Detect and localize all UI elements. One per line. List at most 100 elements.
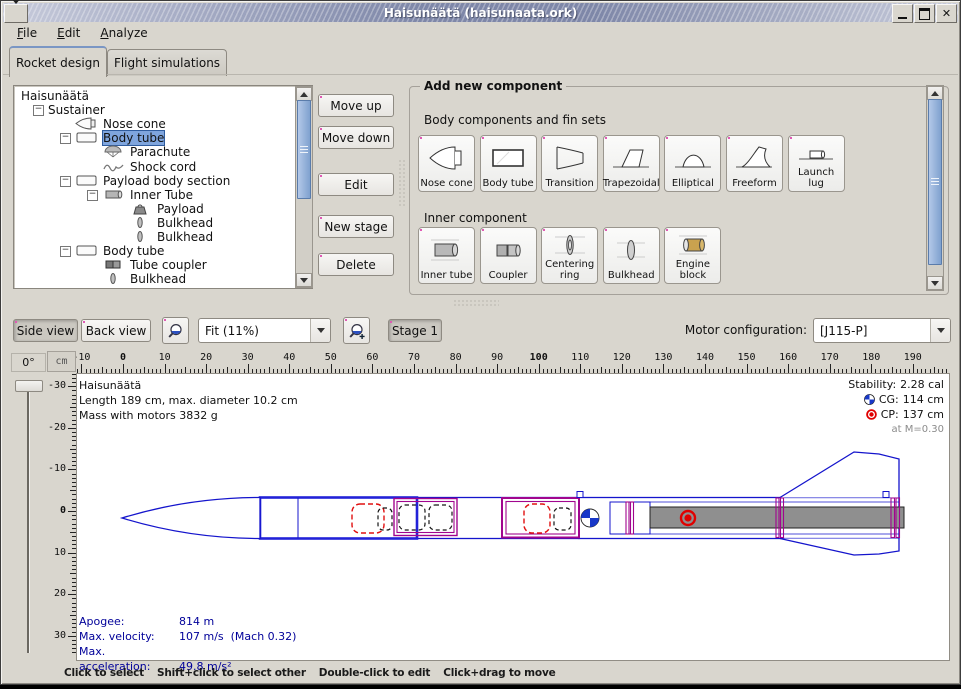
inner-tube-icon xyxy=(427,230,467,271)
component-button-engine-block[interactable]: Engine block xyxy=(664,227,721,284)
horizontal-split-handle[interactable] xyxy=(453,299,499,306)
tree-item-label: Bulkhead xyxy=(157,216,213,230)
tree-item-bulkhead[interactable]: Bulkhead xyxy=(15,216,296,230)
tab-content-divider xyxy=(3,74,958,75)
component-scroll-down-button[interactable] xyxy=(927,276,943,290)
component-button-coupler[interactable]: Coupler xyxy=(480,227,537,284)
arrow-down-icon xyxy=(931,281,939,286)
add-component-panel: Add new component Body components and fi… xyxy=(409,79,949,295)
launch-lug-shape xyxy=(883,492,889,498)
tree-item-label: Bulkhead xyxy=(130,272,186,286)
component-button-nose-cone[interactable]: Nose cone xyxy=(418,135,475,192)
component-scroll-up-button[interactable] xyxy=(927,86,943,100)
tree-item-label: Parachute xyxy=(130,145,190,159)
component-panel-scrollbar[interactable] xyxy=(926,85,944,291)
edit-button[interactable]: Edit xyxy=(318,173,394,196)
expander-icon[interactable]: − xyxy=(87,190,98,201)
window-title: Haisunäätä (haisunaata.ork) xyxy=(3,6,958,20)
menu-item-edit[interactable]: Edit xyxy=(47,24,90,42)
nose-cone-shape xyxy=(122,498,260,539)
tab-rocket-design[interactable]: Rocket design xyxy=(9,46,107,77)
tree-item-label: Payload body section xyxy=(103,174,230,188)
tree-item-nose-cone[interactable]: Nose cone xyxy=(15,117,296,131)
maximize-button[interactable] xyxy=(914,4,935,23)
component-button-body-tube[interactable]: Body tube xyxy=(480,135,537,192)
cp-icon xyxy=(866,409,877,420)
tree-item-bulkhead[interactable]: Bulkhead xyxy=(15,230,296,244)
move-up-button[interactable]: Move up xyxy=(318,94,394,117)
expander-icon[interactable]: − xyxy=(60,246,71,257)
component-button-transition[interactable]: Transition xyxy=(541,135,598,192)
expander-icon[interactable]: − xyxy=(60,133,71,144)
tree-scroll-down-button[interactable] xyxy=(296,273,312,287)
close-icon: ✕ xyxy=(942,7,951,20)
tree-item-label: Body tube xyxy=(103,131,164,145)
move-down-button[interactable]: Move down xyxy=(318,126,394,149)
tab-flight-simulations[interactable]: Flight simulations xyxy=(107,49,227,76)
back-view-button[interactable]: Back view xyxy=(81,319,151,342)
rotation-slider-track[interactable] xyxy=(27,389,29,653)
component-button-bulkhead[interactable]: Bulkhead xyxy=(603,227,660,284)
title-bar[interactable]: Haisunäätä (haisunaata.ork) ✕ xyxy=(3,3,958,22)
status-hint: Click+drag to move xyxy=(443,667,555,679)
tree-scrollbar[interactable] xyxy=(295,86,313,288)
component-button-trapezoidal[interactable]: Trapezoidal xyxy=(603,135,660,192)
expander-icon[interactable]: − xyxy=(33,105,44,116)
component-scrollbar-thumb[interactable] xyxy=(928,99,942,265)
magnifier-minus-icon xyxy=(167,322,185,340)
chevron-down-icon xyxy=(310,319,330,342)
component-button-inner-tube[interactable]: Inner tube xyxy=(418,227,475,284)
component-button-launch-lug[interactable]: Launch lug xyxy=(788,135,845,192)
expander-icon[interactable]: − xyxy=(60,176,71,187)
rocket-mass-label: Mass with motors 3832 g xyxy=(79,408,298,423)
tree-scroll-up-button[interactable] xyxy=(296,87,312,101)
mach-note: at M=0.30 xyxy=(848,422,944,437)
component-button-elliptical[interactable]: Elliptical xyxy=(664,135,721,192)
close-button[interactable]: ✕ xyxy=(936,4,957,23)
menu-item-file[interactable]: File xyxy=(7,24,47,42)
arrow-up-icon xyxy=(300,92,308,97)
component-tree[interactable]: Haisunäätä−SustainerNose cone−Body tubeP… xyxy=(13,85,313,289)
tree-item-label: Payload xyxy=(157,202,204,216)
magnifier-plus-icon xyxy=(348,322,366,340)
tree-item-label: Haisunäätä xyxy=(21,89,89,103)
motor-config-label: Motor configuration: xyxy=(601,323,807,337)
tree-item-tube-coupler[interactable]: Tube coupler xyxy=(15,258,296,272)
fin-top-shape xyxy=(780,452,899,498)
side-view-button[interactable]: Side view xyxy=(13,319,78,342)
launch-lug-shape xyxy=(577,492,583,498)
zoom-in-button[interactable] xyxy=(343,317,370,344)
tree-item-parachute[interactable]: Parachute xyxy=(15,145,296,159)
minimize-button[interactable] xyxy=(892,4,913,23)
tree-scrollbar-thumb[interactable] xyxy=(297,100,311,199)
horizontal-ruler: -100102030405060708090100110120130140150… xyxy=(76,351,948,373)
rotation-slider-thumb[interactable] xyxy=(15,380,43,392)
tree-item-sustainer[interactable]: −Sustainer xyxy=(15,103,296,117)
motor-config-combo[interactable]: [J115-P] xyxy=(813,318,951,343)
component-button-label: Inner tube xyxy=(421,271,473,282)
tree-item-payload-body-section[interactable]: − Payload body section xyxy=(15,174,296,188)
delete-button[interactable]: Delete xyxy=(318,253,394,276)
cg-marker xyxy=(581,509,599,527)
body-tube-icon xyxy=(488,138,528,179)
rocket-name-label: Haisunäätä xyxy=(79,378,298,393)
ruler-unit-label: cm xyxy=(47,351,76,372)
component-button-label: Transition xyxy=(546,179,594,190)
zoom-out-button[interactable] xyxy=(162,317,189,344)
menu-item-analyze[interactable]: Analyze xyxy=(90,24,157,42)
tree-item-haisun-t[interactable]: Haisunäätä xyxy=(15,89,296,103)
zoom-level-combo[interactable]: Fit (11%) xyxy=(198,318,331,343)
component-button-centering-ring[interactable]: Centering ring xyxy=(541,227,598,284)
tree-item-label: Nose cone xyxy=(103,117,166,131)
tree-item-bulkhead[interactable]: Bulkhead xyxy=(15,272,296,286)
vertical-split-handle[interactable] xyxy=(398,159,405,207)
stage-1-toggle[interactable]: Stage 1 xyxy=(388,319,442,342)
tree-item-body-tube[interactable]: − Body tube xyxy=(15,131,296,145)
new-stage-button[interactable]: New stage xyxy=(318,215,394,238)
tree-item-payload[interactable]: Payload xyxy=(15,202,296,216)
tree-item-body-tube[interactable]: −Body tube xyxy=(15,244,296,258)
tree-item-inner-tube[interactable]: −Inner Tube xyxy=(15,188,296,202)
tree-item-shock-cord[interactable]: Shock cord xyxy=(15,160,296,174)
status-hint: Shift+click to select other xyxy=(157,667,306,679)
component-button-freeform[interactable]: Freeform xyxy=(726,135,783,192)
